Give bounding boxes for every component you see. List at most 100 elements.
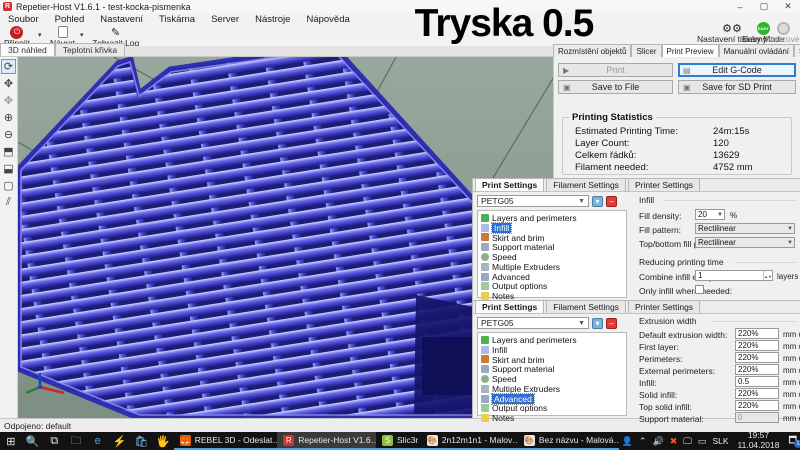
tree-item-layers[interactable]: Layers and perimeters [481, 335, 626, 345]
tree-item-speed[interactable]: Speed [481, 374, 626, 384]
antivirus-icon[interactable]: ✖ [667, 436, 681, 447]
tab-filament-settings[interactable]: Filament Settings [546, 178, 626, 191]
document-icon [58, 26, 68, 38]
profile-select[interactable]: PETG05▼ [477, 317, 589, 329]
tree-item-extruders[interactable]: Multiple Extruders [481, 384, 626, 394]
save-profile-icon[interactable]: ▾ [592, 318, 603, 329]
tab-manual-control[interactable]: Manuální ovládání [719, 44, 794, 57]
battery-icon[interactable]: ▭ [695, 436, 710, 447]
fill-density-input[interactable]: 20▼ [695, 209, 725, 220]
zoom-out-icon[interactable]: ⊖ [1, 127, 16, 142]
tree-item-layers[interactable]: Layers and perimeters [481, 213, 626, 223]
menu-nastaveni[interactable]: Nastavení [92, 14, 151, 25]
extrusion-row-input[interactable]: 220% [735, 340, 779, 351]
top-pattern-select[interactable]: Rectilinear▼ [695, 237, 795, 248]
display-icon[interactable]: 🖵 [680, 436, 695, 447]
search-icon[interactable]: 🔍 [22, 432, 44, 450]
tab-printer-settings[interactable]: Printer Settings [628, 178, 700, 191]
move-object-icon[interactable]: ✥ [1, 93, 16, 108]
tree-item-support[interactable]: Support material [481, 364, 626, 374]
top-view-icon[interactable]: ▢ [1, 178, 16, 193]
tab-print-settings[interactable]: Print Settings [475, 178, 544, 191]
tab-print-preview[interactable]: Print Preview [662, 44, 719, 58]
only-infill-checkbox[interactable] [695, 285, 704, 294]
menu-tiskarna[interactable]: Tiskárna [151, 14, 203, 25]
save-profile-icon[interactable]: ▾ [592, 196, 603, 207]
rotate-view-icon[interactable]: ⟳ [1, 59, 16, 74]
isometric-view-icon[interactable]: ⬒ [1, 144, 16, 159]
tab-temperature-curve[interactable]: Teplotní křivka [55, 43, 125, 56]
tab-print-settings[interactable]: Print Settings [475, 300, 544, 313]
extrusion-row-input[interactable]: 220% [735, 352, 779, 363]
pencil-icon: ✎ [108, 26, 123, 38]
extrusion-row-input[interactable]: 0.5 [735, 376, 779, 387]
tree-item-extruders[interactable]: Multiple Extruders [481, 262, 626, 272]
edit-gcode-button[interactable]: ▤ Edit G-Code [678, 63, 796, 77]
profile-select[interactable]: PETG05▼ [477, 195, 589, 207]
delete-profile-icon[interactable]: – [606, 196, 617, 207]
volume-icon[interactable]: 🔊 [649, 436, 666, 447]
taskbar-window-slic3r[interactable]: S Slic3r [376, 432, 421, 450]
save-to-file-button[interactable]: ▣ Save to File [558, 80, 673, 94]
spinner-icon[interactable]: ▲▼ [763, 271, 772, 282]
window-title: Repetier-Host V1.6.1 - test-kocka-pismen… [16, 2, 191, 12]
file-explorer-icon[interactable]: 🗀 [65, 432, 87, 450]
fill-pattern-select[interactable]: Rectilinear▼ [695, 223, 795, 234]
people-icon[interactable]: 👤 [619, 436, 636, 447]
edge-browser-icon[interactable]: e [87, 432, 109, 450]
save-for-sd-button[interactable]: ▣ Save for SD Print [678, 80, 796, 94]
tree-item-output[interactable]: Output options [481, 282, 626, 292]
connect-dropdown-caret[interactable]: ▾ [38, 31, 42, 39]
close-button[interactable]: ✕ [776, 0, 800, 13]
extrusion-row-input[interactable]: 220% [735, 388, 779, 399]
taskbar-window-repetier[interactable]: R Repetier-Host V1.6… [277, 432, 376, 450]
taskbar-window-paint1[interactable]: 🎨 2n12m1n1 - Malov… [421, 432, 518, 450]
menu-napoveda[interactable]: Nápověda [298, 14, 357, 25]
tab-printer-settings[interactable]: Printer Settings [628, 300, 700, 313]
pan-view-icon[interactable]: ✥ [1, 76, 16, 91]
window-controls: – ▢ ✕ [728, 0, 800, 13]
tree-item-advanced[interactable]: Advanced [481, 272, 626, 282]
tree-item-notes[interactable]: Notes [481, 413, 626, 423]
view-tab-strip: 3D náhled Teplotní křivka [0, 46, 553, 57]
tree-item-infill[interactable]: Infill [481, 223, 626, 233]
tree-item-skirt[interactable]: Skirt and brim [481, 233, 626, 243]
tree-item-skirt[interactable]: Skirt and brim [481, 355, 626, 365]
parallel-projection-icon[interactable]: ⫽ [1, 195, 16, 210]
menu-nastroje[interactable]: Nástroje [247, 14, 298, 25]
start-button[interactable]: ⊞ [0, 432, 22, 450]
clock[interactable]: 19:57 11.04.2018 [732, 431, 786, 450]
action-center-icon[interactable]: 🗖 [785, 433, 800, 449]
lightning-app-icon[interactable]: ⚡ [109, 432, 131, 450]
maximize-button[interactable]: ▢ [752, 0, 776, 13]
store-icon[interactable]: 🛍 [130, 432, 152, 450]
task-view-icon[interactable]: ⧉ [43, 432, 65, 450]
zoom-in-icon[interactable]: ⊕ [1, 110, 16, 125]
combine-infill-input[interactable]: 1▲▼ [695, 270, 773, 281]
tab-sd-card[interactable]: SD karta [794, 44, 800, 57]
tree-item-advanced[interactable]: Advanced [481, 394, 626, 404]
tab-filament-settings[interactable]: Filament Settings [546, 300, 626, 313]
tree-item-infill[interactable]: Infill [481, 345, 626, 355]
hidden-icons-chevron[interactable]: ⌃ [636, 436, 650, 447]
taskbar-window-firefox[interactable]: 🦊 REBEL 3D - Odeslat… [174, 432, 278, 450]
language-indicator[interactable]: SLK [709, 436, 731, 446]
taskbar-window-paint2[interactable]: 🎨 Bez názvu - Malová… [518, 432, 619, 450]
extrusion-row-input[interactable]: 220% [735, 328, 779, 339]
3d-app-icon[interactable]: 🖐 [152, 432, 174, 450]
tab-slicer[interactable]: Slicer [631, 44, 661, 57]
load-dropdown-caret[interactable]: ▾ [80, 31, 84, 39]
delete-profile-icon[interactable]: – [606, 318, 617, 329]
extrusion-row-input[interactable]: 220% [735, 364, 779, 375]
menu-soubor[interactable]: Soubor [0, 14, 47, 25]
tree-item-speed[interactable]: Speed [481, 252, 626, 262]
front-view-icon[interactable]: ⬓ [1, 161, 16, 176]
tree-item-output[interactable]: Output options [481, 404, 626, 414]
tab-3d-view[interactable]: 3D náhled [0, 43, 55, 56]
extrusion-row-input[interactable]: 220% [735, 400, 779, 411]
minimize-button[interactable]: – [728, 0, 752, 13]
tree-item-support[interactable]: Support material [481, 242, 626, 252]
print-button[interactable]: ▶ Print [558, 63, 673, 77]
menu-server[interactable]: Server [203, 14, 247, 25]
menu-pohled[interactable]: Pohled [47, 14, 93, 25]
